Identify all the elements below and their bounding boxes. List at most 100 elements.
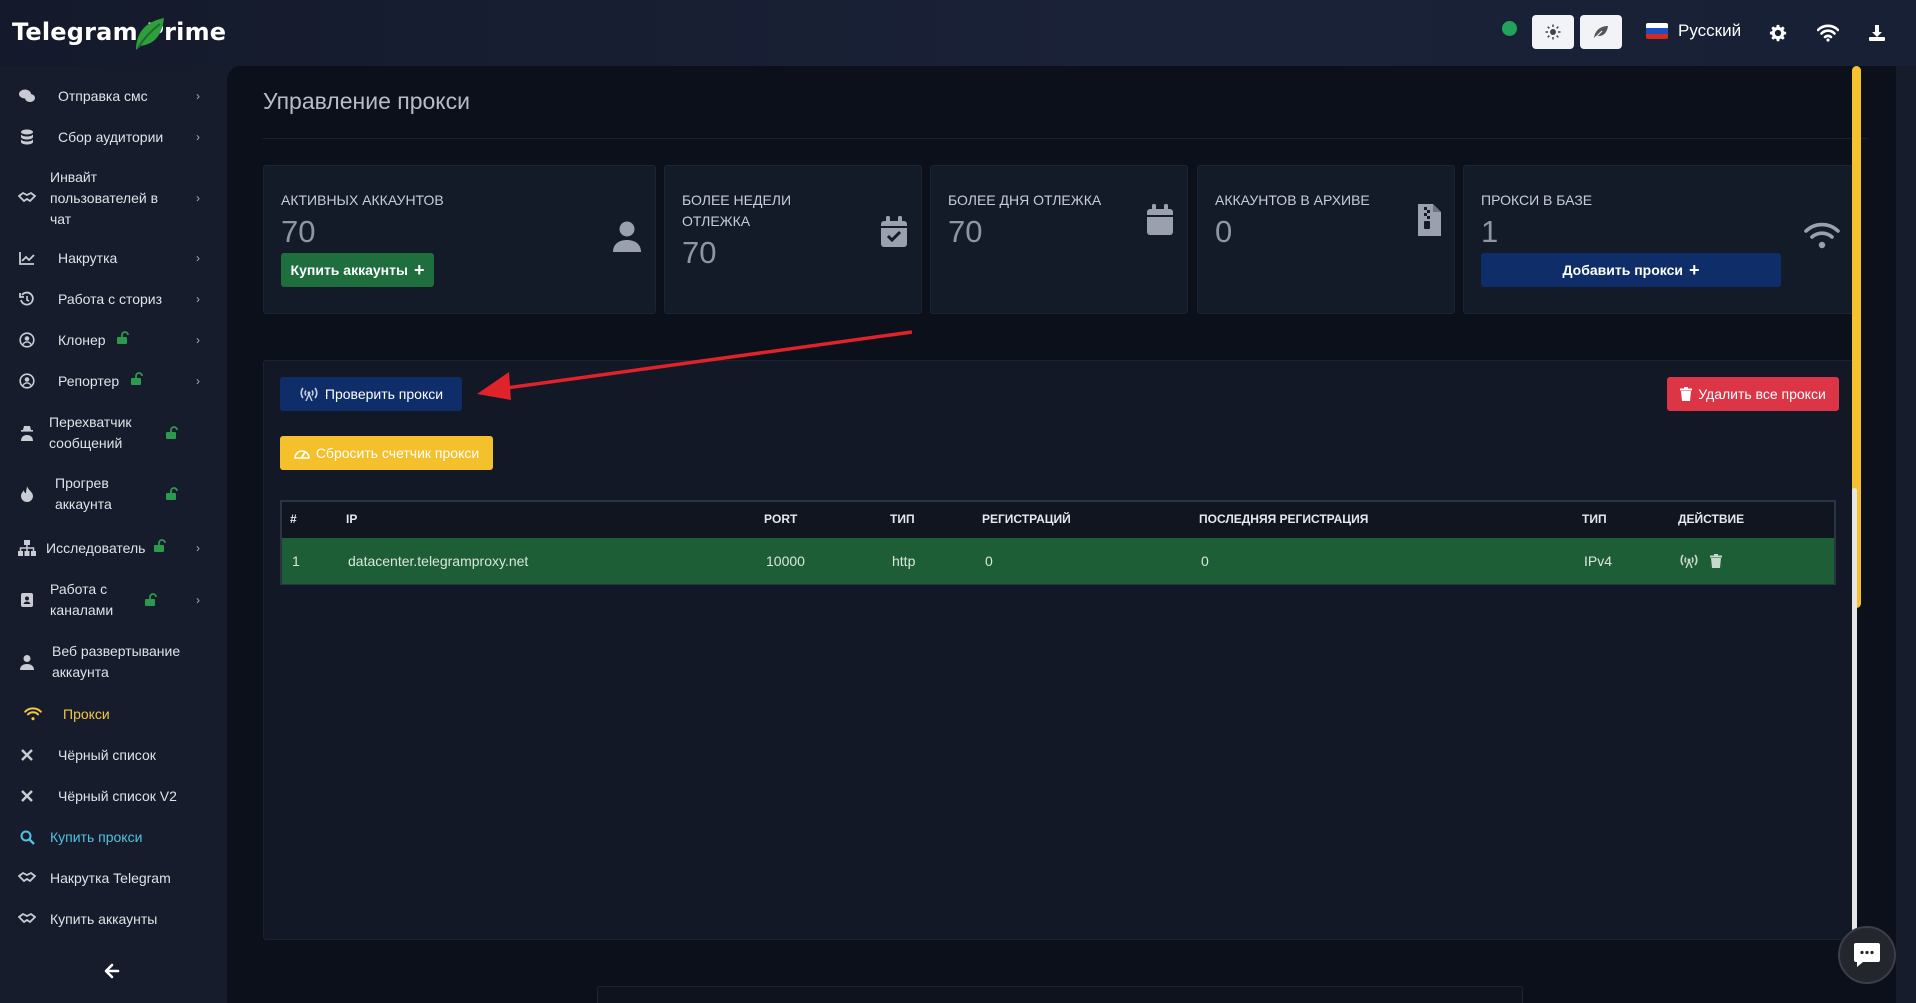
chat-widget-button[interactable] [1838,926,1896,984]
proxy-panel: Проверить прокси Удалить все прокси Сбро… [263,360,1857,940]
sidebar-item-reporter[interactable]: Репортер › [0,369,227,393]
main-content: Управление прокси АКТИВНЫХ АККАУНТОВ 70 … [227,66,1896,1003]
sidebar-item-blacklist-v2[interactable]: Чёрный список V2 [0,784,227,808]
trash-icon [1680,387,1693,401]
add-proxy-button[interactable]: Добавить прокси + [1481,253,1781,287]
unlock-icon [153,538,167,559]
sitemap-icon [18,539,36,557]
user-circle-icon [18,331,36,349]
wifi-icon [1804,222,1840,249]
sidebar-item-audience[interactable]: Сбор аудитории › [0,125,227,149]
leaf-icon [136,18,164,50]
stat-value: 70 [948,214,983,249]
download-button[interactable] [1864,20,1890,46]
sidebar-item-stories[interactable]: Работа с сториз › [0,287,227,311]
sidebar-item-explorer[interactable]: Исследователь › [0,536,227,560]
stat-value: 0 [1215,214,1233,249]
stat-label: БОЛЕЕ НЕДЕЛИ ОТЛЕЖКА [682,192,792,229]
cell-index: 1 [292,553,300,569]
sidebar-item-buy-accounts[interactable]: Купить аккаунты [0,907,227,931]
comments-icon [18,87,36,105]
cell-type: http [892,553,916,569]
delete-all-proxies-button[interactable]: Удалить все прокси [1667,377,1839,411]
x-icon [18,746,36,764]
sidebar-item-blacklist[interactable]: Чёрный список [0,743,227,767]
sidebar-item-boost[interactable]: Накрутка › [0,246,227,270]
reset-proxy-counter-button[interactable]: Сбросить счетчик прокси [280,436,493,470]
user-icon [613,221,641,252]
top-bar: Telegram Prime Русский [0,0,1916,66]
buy-accounts-button[interactable]: Купить аккаунты + [281,253,434,287]
column-header: # [290,512,297,526]
wifi-icon [1817,24,1839,42]
sidebar-item-invite[interactable]: Инвайт пользователей в чат › [0,166,227,230]
chevron-right-icon: › [196,88,200,103]
connection-button[interactable] [1815,20,1841,46]
sidebar-item-label: Работа с сториз [58,290,163,307]
sidebar-item-label: Чёрный список V2 [58,787,177,804]
column-header: ДЕЙСТВИЕ [1678,512,1745,526]
id-badge-icon [18,591,36,609]
sidebar-item-label: Прогрев аккаунта [55,475,112,512]
light-theme-button[interactable] [1532,15,1574,49]
column-header: РЕГИСТРАЦИЙ [982,512,1071,526]
sidebar: Отправка смс › Сбор аудитории › Инвайт п… [0,66,227,1003]
panel-scrollbar[interactable] [1852,488,1857,938]
table-header: # IP PORT ТИП РЕГИСТРАЦИЙ ПОСЛЕДНЯЯ РЕГИ… [282,502,1834,536]
sidebar-item-web-deploy[interactable]: Веб развертывание аккаунта [0,640,227,684]
language-selector[interactable]: Русский [1646,21,1741,41]
stat-card-proxies: ПРОКСИ В БАЗЕ 1 Добавить прокси + [1463,165,1856,314]
plus-icon: + [413,260,425,280]
sidebar-item-proxy[interactable]: Прокси [0,702,227,726]
language-label: Русский [1678,21,1742,40]
wifi-icon [24,705,42,723]
stat-card-day-rest: БОЛЕЕ ДНЯ ОТЛЕЖКА 70 [930,165,1188,314]
sidebar-item-label: Купить прокси [50,828,143,845]
gear-icon [1769,24,1787,42]
sidebar-item-label: Инвайт пользователей в чат [50,168,159,227]
sidebar-item-cloner[interactable]: Клонер › [0,328,227,352]
chat-icon [1854,943,1880,967]
calendar-icon [1147,204,1173,235]
column-header: IP [346,512,358,526]
chevron-right-icon: › [196,592,200,607]
sidebar-item-warmup[interactable]: Прогрев аккаунта [0,472,227,516]
table-row[interactable]: 1 datacenter.telegramproxy.net 10000 htt… [282,538,1834,584]
sidebar-item-sms[interactable]: Отправка смс › [0,84,227,108]
handshake-icon [18,189,36,207]
chevron-right-icon: › [196,190,200,205]
proxy-table: # IP PORT ТИП РЕГИСТРАЦИЙ ПОСЛЕДНЯЯ РЕГИ… [280,500,1836,585]
check-proxy-row-button[interactable] [1679,554,1699,568]
stat-value: 70 [281,214,316,249]
sidebar-item-label: Сбор аудитории [58,128,164,145]
sidebar-item-label: Чёрный список [58,746,156,763]
sidebar-item-channels[interactable]: Работа с каналами › [0,578,227,622]
annotation-arrow [477,330,913,400]
broadcast-tower-icon [300,387,318,401]
unlock-icon [116,330,130,351]
sidebar-item-label: Отправка смс [58,87,148,104]
x-icon [18,787,36,805]
sidebar-item-label: Купить аккаунты [50,910,158,927]
chart-line-icon [18,249,36,267]
arrow-left-icon[interactable] [102,961,122,981]
sidebar-item-telegram-boost[interactable]: Накрутка Telegram [0,866,227,890]
sidebar-item-label: Перехватчик сообщений [49,414,132,451]
handshake-icon [18,869,36,887]
stat-card-active-accounts: АКТИВНЫХ АККАУНТОВ 70 Купить аккаунты + [263,165,656,314]
history-icon [18,290,36,308]
delete-proxy-row-button[interactable] [1710,554,1722,568]
tachometer-icon [294,450,310,459]
calendar-check-icon [881,216,907,247]
online-status-indicator [1502,21,1517,36]
sidebar-item-buy-proxy[interactable]: Купить прокси [0,825,227,849]
chevron-right-icon: › [196,332,200,347]
column-header: ТИП [1582,512,1607,526]
settings-button[interactable] [1765,20,1791,46]
check-proxy-button[interactable]: Проверить прокси [280,377,462,411]
file-archive-icon [1418,204,1441,236]
app-logo[interactable]: Telegram Prime [12,18,226,50]
user-icon [18,653,36,671]
sidebar-item-interceptor[interactable]: Перехватчик сообщений [0,411,227,455]
eco-theme-button[interactable] [1580,15,1622,49]
